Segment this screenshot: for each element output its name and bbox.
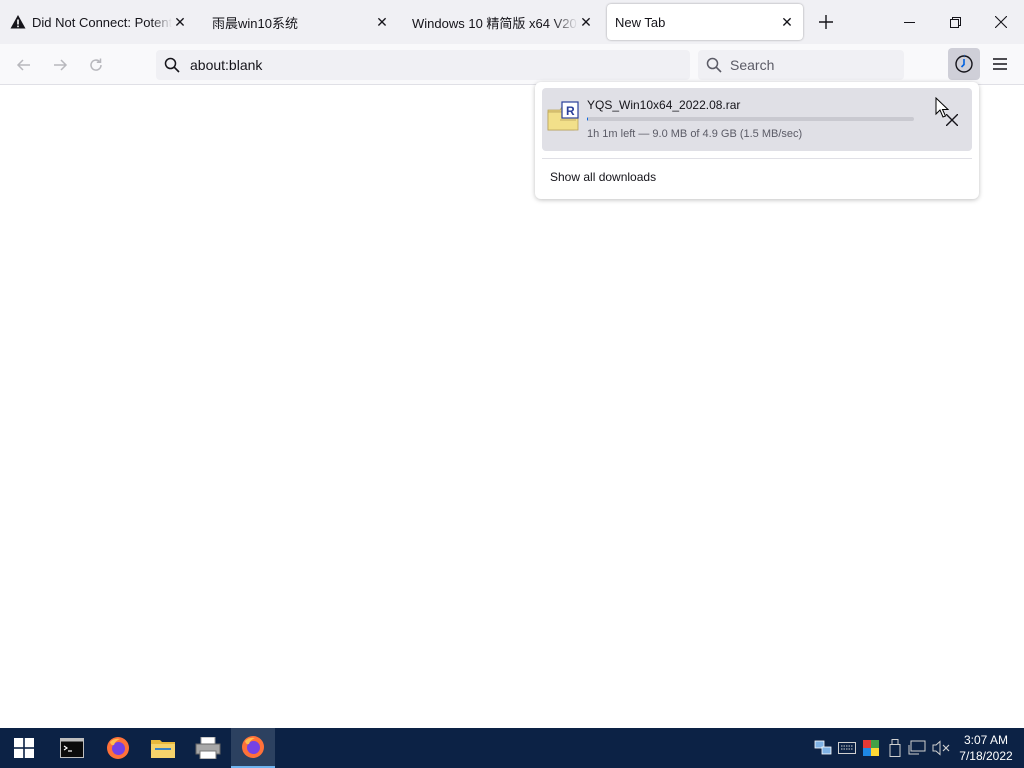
taskbar: 3:07 AM 7/18/2022 [0,728,1024,768]
back-button[interactable] [9,50,39,80]
search-input[interactable] [730,57,890,73]
navigation-toolbar: about:blank [0,44,1024,85]
reload-icon [90,58,102,71]
tab-title: 雨晨win10系统 [212,15,298,31]
tab-yuchen-win10[interactable]: 雨晨win10系统 ✕ [202,0,398,44]
color-icon[interactable] [862,739,880,757]
restore-button[interactable] [932,0,978,44]
url-bar[interactable]: about:blank [156,50,690,80]
minimize-button[interactable] [886,0,932,44]
search-icon [706,57,722,73]
downloads-button[interactable] [948,48,980,80]
terminal-icon [60,738,84,758]
tab-strip: Did Not Connect: Potential Security Issu… [0,0,1024,44]
taskbar-terminal[interactable] [50,728,94,768]
forward-arrow-icon [54,59,68,71]
clock-date: 7/18/2022 [959,749,1013,763]
tab-did-not-connect[interactable]: Did Not Connect: Potential Security Issu… [0,0,196,44]
printer-icon [195,737,221,759]
app-menu-button[interactable] [986,50,1014,78]
taskbar-clock[interactable]: 3:07 AM 7/18/2022 [956,732,1016,764]
download-filename: YQS_Win10x64_2022.08.rar [587,98,741,112]
downloads-panel: R YQS_Win10x64_2022.08.rar 1h 1m left — … [535,82,979,199]
show-all-downloads-link[interactable]: Show all downloads [550,170,656,184]
taskbar-printer[interactable] [186,728,230,768]
url-text: about:blank [190,57,263,73]
usb-icon[interactable] [886,739,904,757]
search-icon [164,57,180,73]
firefox-active-icon [242,736,264,758]
warning-icon [10,14,26,30]
close-icon[interactable]: ✕ [779,14,795,30]
file-explorer-icon [151,740,175,758]
rar-archive-icon: R [546,100,580,134]
firefox-icon [107,737,129,759]
tab-title: Windows 10 精简版 x64 V2022 [412,15,578,31]
tab-new-tab[interactable]: New Tab ✕ [607,4,803,40]
close-icon[interactable]: ✕ [578,14,594,30]
display-icon[interactable] [908,739,926,757]
svg-text:R: R [566,104,575,118]
volume-muted-icon[interactable] [932,739,950,757]
download-progress-fill [587,117,588,121]
close-icon[interactable]: ✕ [172,14,188,30]
close-icon [995,16,1007,28]
panel-divider [542,158,972,159]
tab-windows10-lite[interactable]: Windows 10 精简版 x64 V2022 ✕ [402,0,602,44]
mouse-cursor-icon [935,97,949,118]
clock-time: 3:07 AM [963,733,1009,747]
taskbar-firefox-active[interactable] [231,728,275,768]
download-status: 1h 1m left — 9.0 MB of 4.9 GB (1.5 MB/se… [587,128,803,140]
tab-title: New Tab [615,14,666,30]
minimize-icon [903,21,915,23]
close-window-button[interactable] [978,0,1024,44]
download-progress-bar [587,117,914,121]
keyboard-icon[interactable] [838,739,856,757]
plus-icon [819,15,833,29]
taskbar-firefox[interactable] [96,728,140,768]
back-arrow-icon [16,59,30,71]
close-icon[interactable]: ✕ [374,14,390,30]
tab-title: Did Not Connect: Potential Security Issu… [32,14,172,30]
new-tab-button[interactable] [812,8,840,36]
download-item[interactable]: R YQS_Win10x64_2022.08.rar 1h 1m left — … [542,88,972,151]
forward-button[interactable] [45,50,75,80]
search-bar[interactable] [698,50,904,80]
hamburger-menu-icon [993,58,1007,70]
start-button[interactable] [2,728,46,768]
windows-start-icon [14,738,34,758]
download-progress-icon [955,54,973,73]
reload-button[interactable] [81,50,111,80]
restore-icon [949,16,961,28]
taskbar-file-explorer[interactable] [141,728,185,768]
network-icon[interactable] [814,739,832,757]
